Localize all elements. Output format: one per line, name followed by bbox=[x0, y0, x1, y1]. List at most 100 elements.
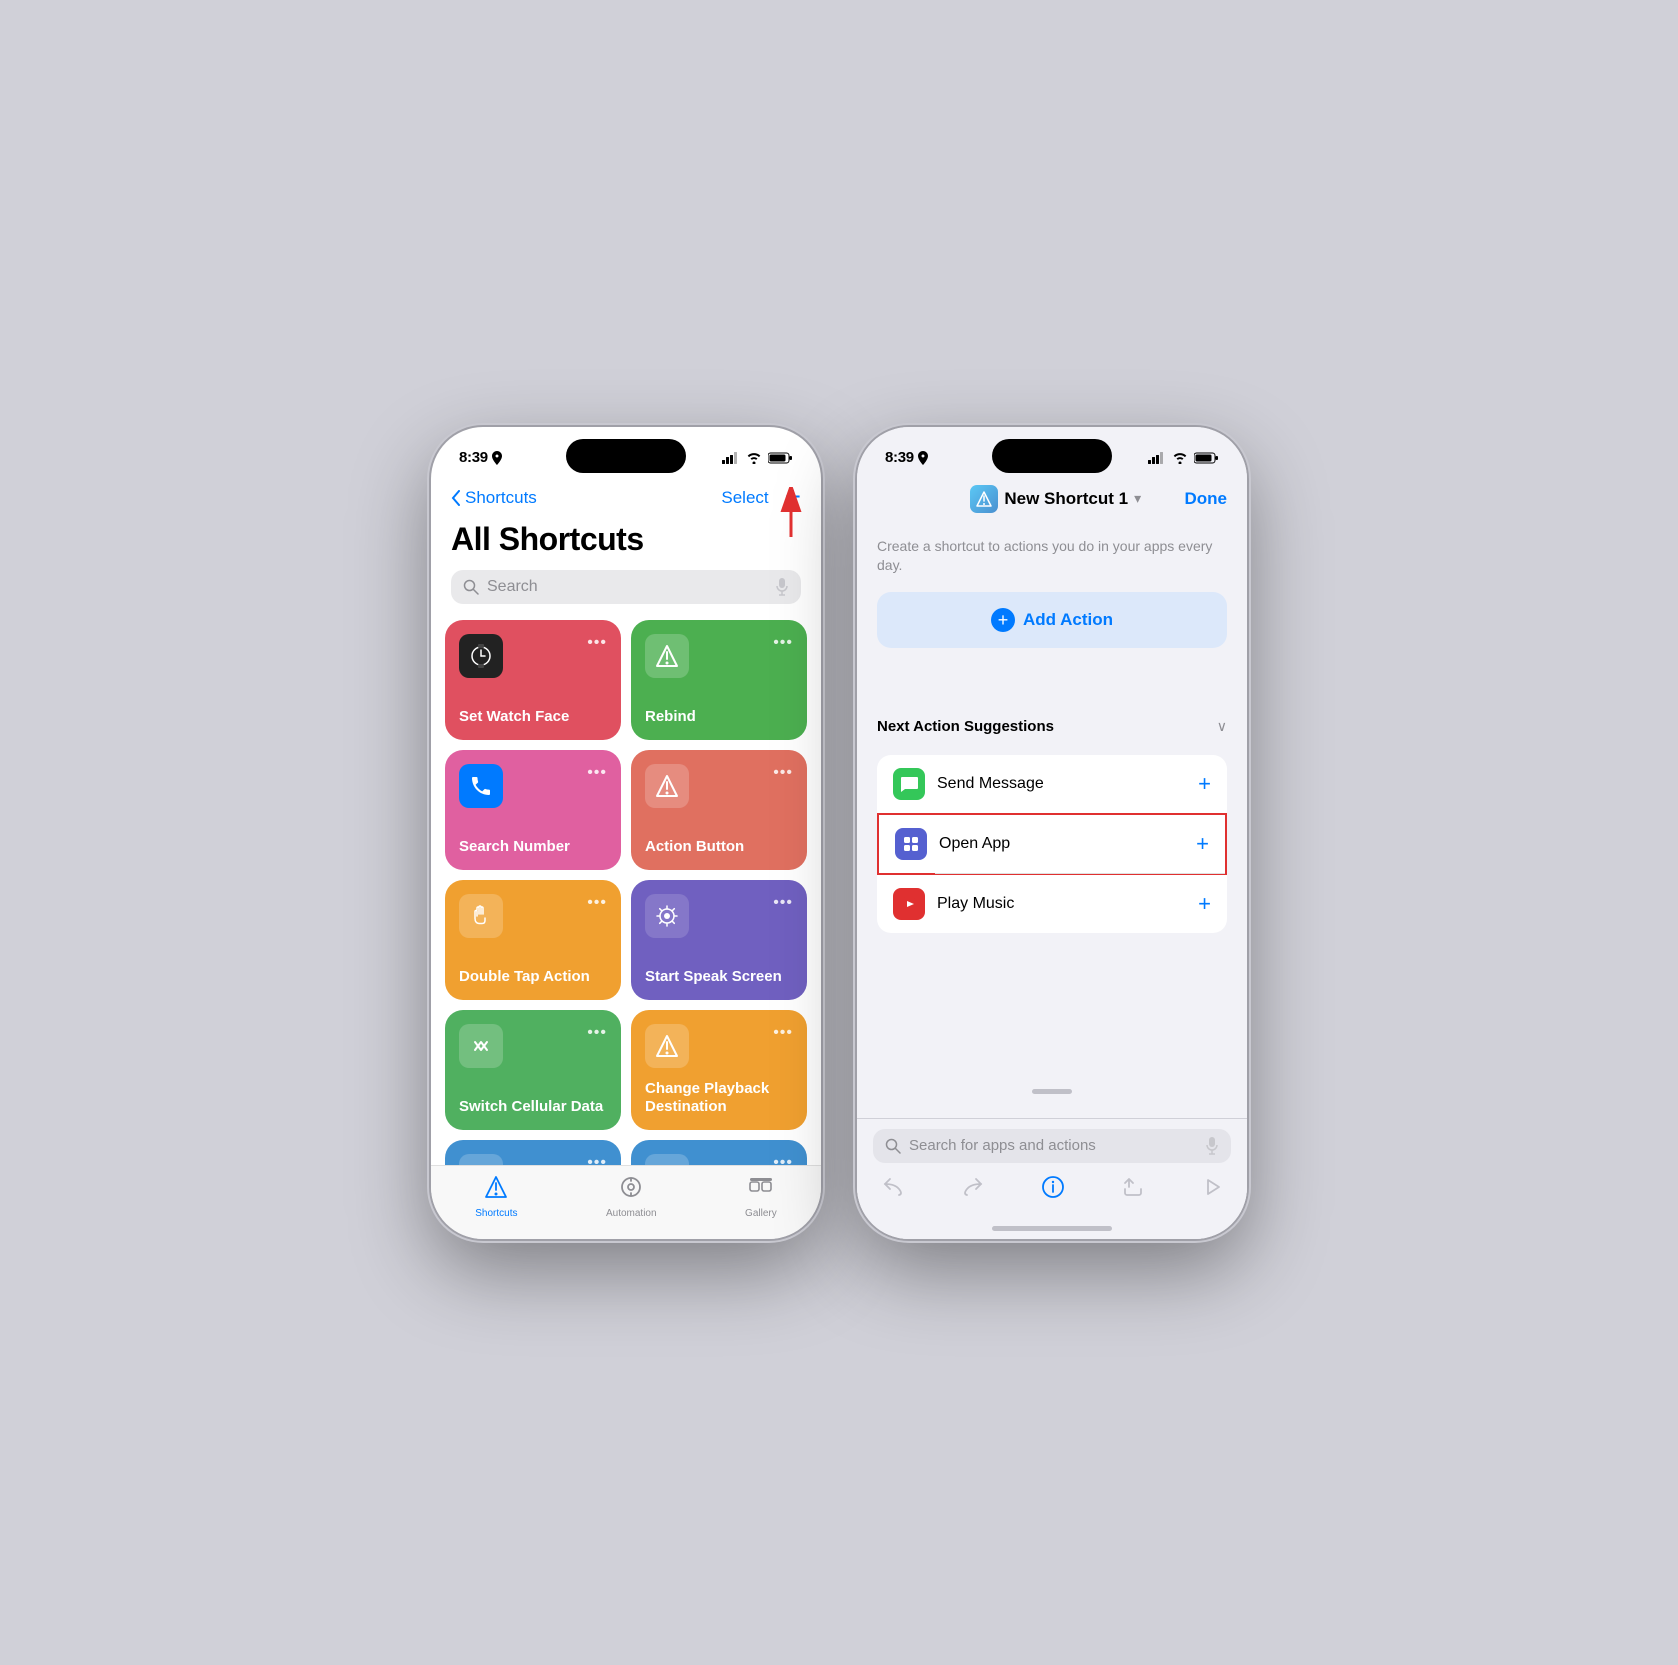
tile-label-cellular: Switch Cellular Data bbox=[459, 1098, 607, 1116]
phone-2: 8:39 New Shortc bbox=[857, 427, 1247, 1239]
tile-label-playback: Change Playback Destination bbox=[645, 1080, 793, 1116]
search-icon-1 bbox=[463, 579, 479, 595]
tile-menu-rebind[interactable]: ••• bbox=[773, 634, 793, 652]
tab-label-gallery: Gallery bbox=[745, 1208, 777, 1219]
tile-icon-gear bbox=[645, 894, 689, 938]
drag-handle bbox=[1032, 1089, 1072, 1094]
signal-icon-1 bbox=[722, 452, 740, 464]
tile-menu-tap[interactable]: ••• bbox=[587, 894, 607, 912]
tile-label-speak: Start Speak Screen bbox=[645, 968, 793, 986]
tile-menu-cellular[interactable]: ••• bbox=[587, 1024, 607, 1042]
share-button[interactable] bbox=[1121, 1175, 1145, 1205]
shortcut-playback[interactable]: ••• Change Playback Destination bbox=[631, 1010, 807, 1130]
location-icon-2 bbox=[918, 451, 928, 465]
tile-label-rebind: Rebind bbox=[645, 708, 793, 726]
shortcut-set-watch-face[interactable]: ••• Set Watch Face bbox=[445, 620, 621, 740]
dynamic-island-2 bbox=[992, 439, 1112, 473]
shortcut-speak-screen[interactable]: ••• Start Speak Screen bbox=[631, 880, 807, 1000]
tile-menu-silent[interactable]: ••• bbox=[587, 1154, 607, 1165]
tile-menu-playback[interactable]: ••• bbox=[773, 1024, 793, 1042]
shortcut-action-button[interactable]: ••• Action Button bbox=[631, 750, 807, 870]
shortcut-double-tap[interactable]: ••• Double Tap Action bbox=[445, 880, 621, 1000]
send-message-label: Send Message bbox=[937, 775, 1186, 793]
search-bar-1[interactable]: Search bbox=[451, 570, 801, 604]
tile-icon-action bbox=[645, 764, 689, 808]
add-action-button[interactable]: + Add Action bbox=[877, 592, 1227, 648]
shortcuts-grid: ••• Set Watch Face ••• Rebind bbox=[431, 620, 821, 1165]
home-bar-2 bbox=[992, 1226, 1112, 1231]
wifi-icon-2 bbox=[1172, 452, 1188, 464]
shortcut-home-screen[interactable]: ••• Go to Home Screen bbox=[631, 1140, 807, 1165]
tile-icon-cellular bbox=[459, 1024, 503, 1068]
tile-icon-hand bbox=[459, 894, 503, 938]
send-message-add[interactable]: + bbox=[1198, 771, 1211, 797]
shortcut-main: Create a shortcut to actions you do in y… bbox=[857, 521, 1247, 1118]
shortcut-search-number[interactable]: ••• Search Number bbox=[445, 750, 621, 870]
info-button[interactable] bbox=[1041, 1175, 1065, 1205]
automation-tab-icon bbox=[618, 1174, 644, 1206]
tile-menu-speak[interactable]: ••• bbox=[773, 894, 793, 912]
suggestions-title: Next Action Suggestions bbox=[877, 718, 1054, 735]
tile-label-watch: Set Watch Face bbox=[459, 708, 607, 726]
action-play-music[interactable]: Play Music + bbox=[877, 875, 1227, 933]
redo-button[interactable] bbox=[961, 1175, 985, 1205]
status-time-2: 8:39 bbox=[885, 449, 914, 466]
select-button[interactable]: Select bbox=[721, 488, 768, 508]
phone-2-content: Create a shortcut to actions you do in y… bbox=[857, 521, 1247, 1239]
bottom-spacer bbox=[877, 949, 1227, 1064]
tile-icon-playback bbox=[645, 1024, 689, 1068]
action-open-app[interactable]: Open App + bbox=[877, 813, 1227, 875]
tile-icon-home bbox=[645, 1154, 689, 1165]
search-icon-2 bbox=[885, 1138, 901, 1154]
status-time-1: 8:39 bbox=[459, 449, 488, 466]
shortcut-silent-mode[interactable]: ••• Silent Mode and Camera bbox=[445, 1140, 621, 1165]
open-app-add[interactable]: + bbox=[1196, 831, 1209, 857]
tile-label-action: Action Button bbox=[645, 838, 793, 856]
suggestions-chevron-icon[interactable]: ∨ bbox=[1217, 718, 1227, 735]
hint-text: Create a shortcut to actions you do in y… bbox=[877, 537, 1227, 576]
tile-menu-watch[interactable]: ••• bbox=[587, 634, 607, 652]
add-action-label: Add Action bbox=[1023, 610, 1113, 630]
play-button[interactable] bbox=[1201, 1176, 1223, 1203]
nav-bar-1: Shortcuts Select + bbox=[431, 481, 821, 519]
tile-menu-phone[interactable]: ••• bbox=[587, 764, 607, 782]
tab-shortcuts[interactable]: Shortcuts bbox=[475, 1174, 517, 1219]
back-button-1[interactable]: Shortcuts bbox=[451, 488, 537, 508]
play-music-add[interactable]: + bbox=[1198, 891, 1211, 917]
tab-gallery[interactable]: Gallery bbox=[745, 1174, 777, 1219]
action-send-message[interactable]: Send Message + bbox=[877, 755, 1227, 813]
red-arrow-annotation bbox=[773, 487, 809, 552]
dynamic-island bbox=[566, 439, 686, 473]
shortcuts-tab-icon bbox=[483, 1174, 509, 1206]
spacer bbox=[877, 664, 1227, 699]
shortcut-title: New Shortcut 1 bbox=[1004, 489, 1128, 509]
bottom-search-bar[interactable]: Search for apps and actions bbox=[873, 1129, 1231, 1163]
bottom-search-placeholder: Search for apps and actions bbox=[909, 1137, 1197, 1154]
shortcut-title-area: New Shortcut 1 ▾ bbox=[970, 485, 1141, 513]
undo-button[interactable] bbox=[881, 1175, 905, 1205]
handle-area bbox=[877, 1081, 1227, 1102]
tile-icon-phone bbox=[459, 764, 503, 808]
tile-label-tap: Double Tap Action bbox=[459, 968, 607, 986]
search-placeholder-1: Search bbox=[487, 578, 767, 596]
phone-1-content: All Shortcuts Search bbox=[431, 519, 821, 1239]
microphone-icon-1 bbox=[775, 578, 789, 596]
tile-icon-watch bbox=[459, 634, 503, 678]
bottom-search: Search for apps and actions bbox=[857, 1118, 1247, 1219]
tab-label-shortcuts: Shortcuts bbox=[475, 1208, 517, 1219]
wifi-icon-1 bbox=[746, 452, 762, 464]
suggestions-header: Next Action Suggestions ∨ bbox=[877, 714, 1227, 739]
tile-menu-action[interactable]: ••• bbox=[773, 764, 793, 782]
tile-label-phone: Search Number bbox=[459, 838, 607, 856]
tab-automation[interactable]: Automation bbox=[606, 1174, 657, 1219]
tab-label-automation: Automation bbox=[606, 1208, 657, 1219]
home-indicator-2 bbox=[857, 1219, 1247, 1239]
add-action-plus-icon: + bbox=[991, 608, 1015, 632]
tab-bar-1: Shortcuts Automation Gallery bbox=[431, 1165, 821, 1239]
shortcut-cellular[interactable]: ••• Switch Cellular Data bbox=[445, 1010, 621, 1130]
tile-menu-home[interactable]: ••• bbox=[773, 1154, 793, 1165]
done-button[interactable]: Done bbox=[1185, 489, 1228, 509]
page-title-1: All Shortcuts bbox=[431, 519, 821, 570]
battery-icon-2 bbox=[1194, 452, 1219, 464]
shortcut-rebind[interactable]: ••• Rebind bbox=[631, 620, 807, 740]
